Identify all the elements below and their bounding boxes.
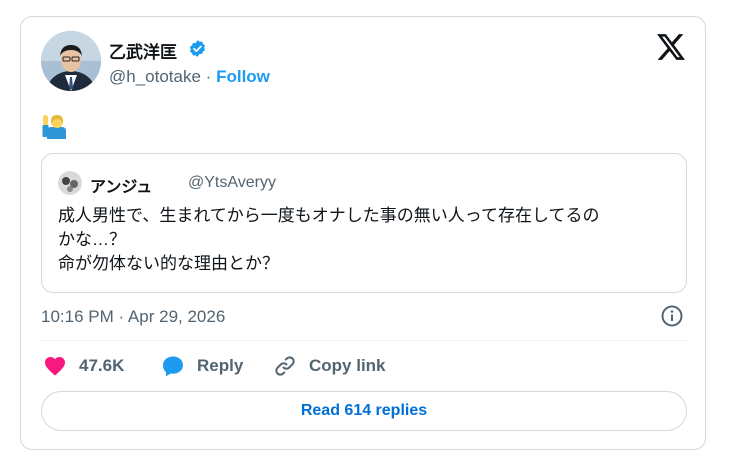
author-handle-row: @h_ototake · Follow bbox=[109, 67, 270, 87]
info-icon[interactable] bbox=[661, 305, 683, 327]
link-icon bbox=[275, 356, 295, 376]
handle-separator: · bbox=[205, 67, 212, 86]
quoted-text-line: 命が勿体ない的な理由とか？ bbox=[58, 254, 279, 273]
divider bbox=[41, 340, 687, 341]
heart-icon bbox=[45, 357, 65, 376]
reply-button[interactable]: Reply bbox=[161, 353, 243, 379]
quoted-text-line: かな…？ bbox=[58, 230, 126, 249]
author-handle[interactable]: @h_ototake bbox=[109, 67, 201, 86]
read-replies-button[interactable]: Read 614 replies bbox=[41, 391, 687, 431]
quoted-text-line: 成人男性で、生まれてから一度もオナした事の無い人って存在してるの bbox=[58, 206, 600, 225]
quoted-tweet[interactable]: アンジュ @YtsAveryy 成人男性で、生まれてから一度もオナした事の無い人… bbox=[41, 153, 687, 293]
x-logo-icon[interactable] bbox=[657, 34, 685, 60]
quoted-tweet-text: 成人男性で、生まれてから一度もオナした事の無い人って存在してるの かな…？ 命が… bbox=[58, 204, 674, 276]
person-raising-hand-emoji bbox=[42, 115, 66, 139]
speech-bubble-icon bbox=[163, 356, 183, 377]
tweet-embed-card: 乙武洋匡 @h_ototake · Follow アンジュ @YtsAveryy bbox=[20, 16, 706, 450]
tweet-timestamp[interactable]: 10:16 PM · Apr 29, 2026 bbox=[41, 307, 225, 327]
copy-link-button[interactable]: Copy link bbox=[273, 353, 386, 379]
reply-label: Reply bbox=[197, 356, 244, 375]
like-count: 47.6K bbox=[79, 356, 125, 375]
follow-link[interactable]: Follow bbox=[216, 67, 270, 86]
quoted-author-avatar bbox=[58, 171, 82, 195]
copy-link-label: Copy link bbox=[309, 356, 386, 375]
author-avatar[interactable] bbox=[41, 31, 101, 91]
quoted-author-name: アンジュ bbox=[90, 179, 153, 196]
author-name[interactable]: 乙武洋匡 bbox=[109, 38, 177, 63]
like-button[interactable]: 47.6K bbox=[43, 353, 124, 379]
verified-badge-icon bbox=[189, 40, 206, 57]
quoted-author-handle: @YtsAveryy bbox=[188, 174, 276, 191]
